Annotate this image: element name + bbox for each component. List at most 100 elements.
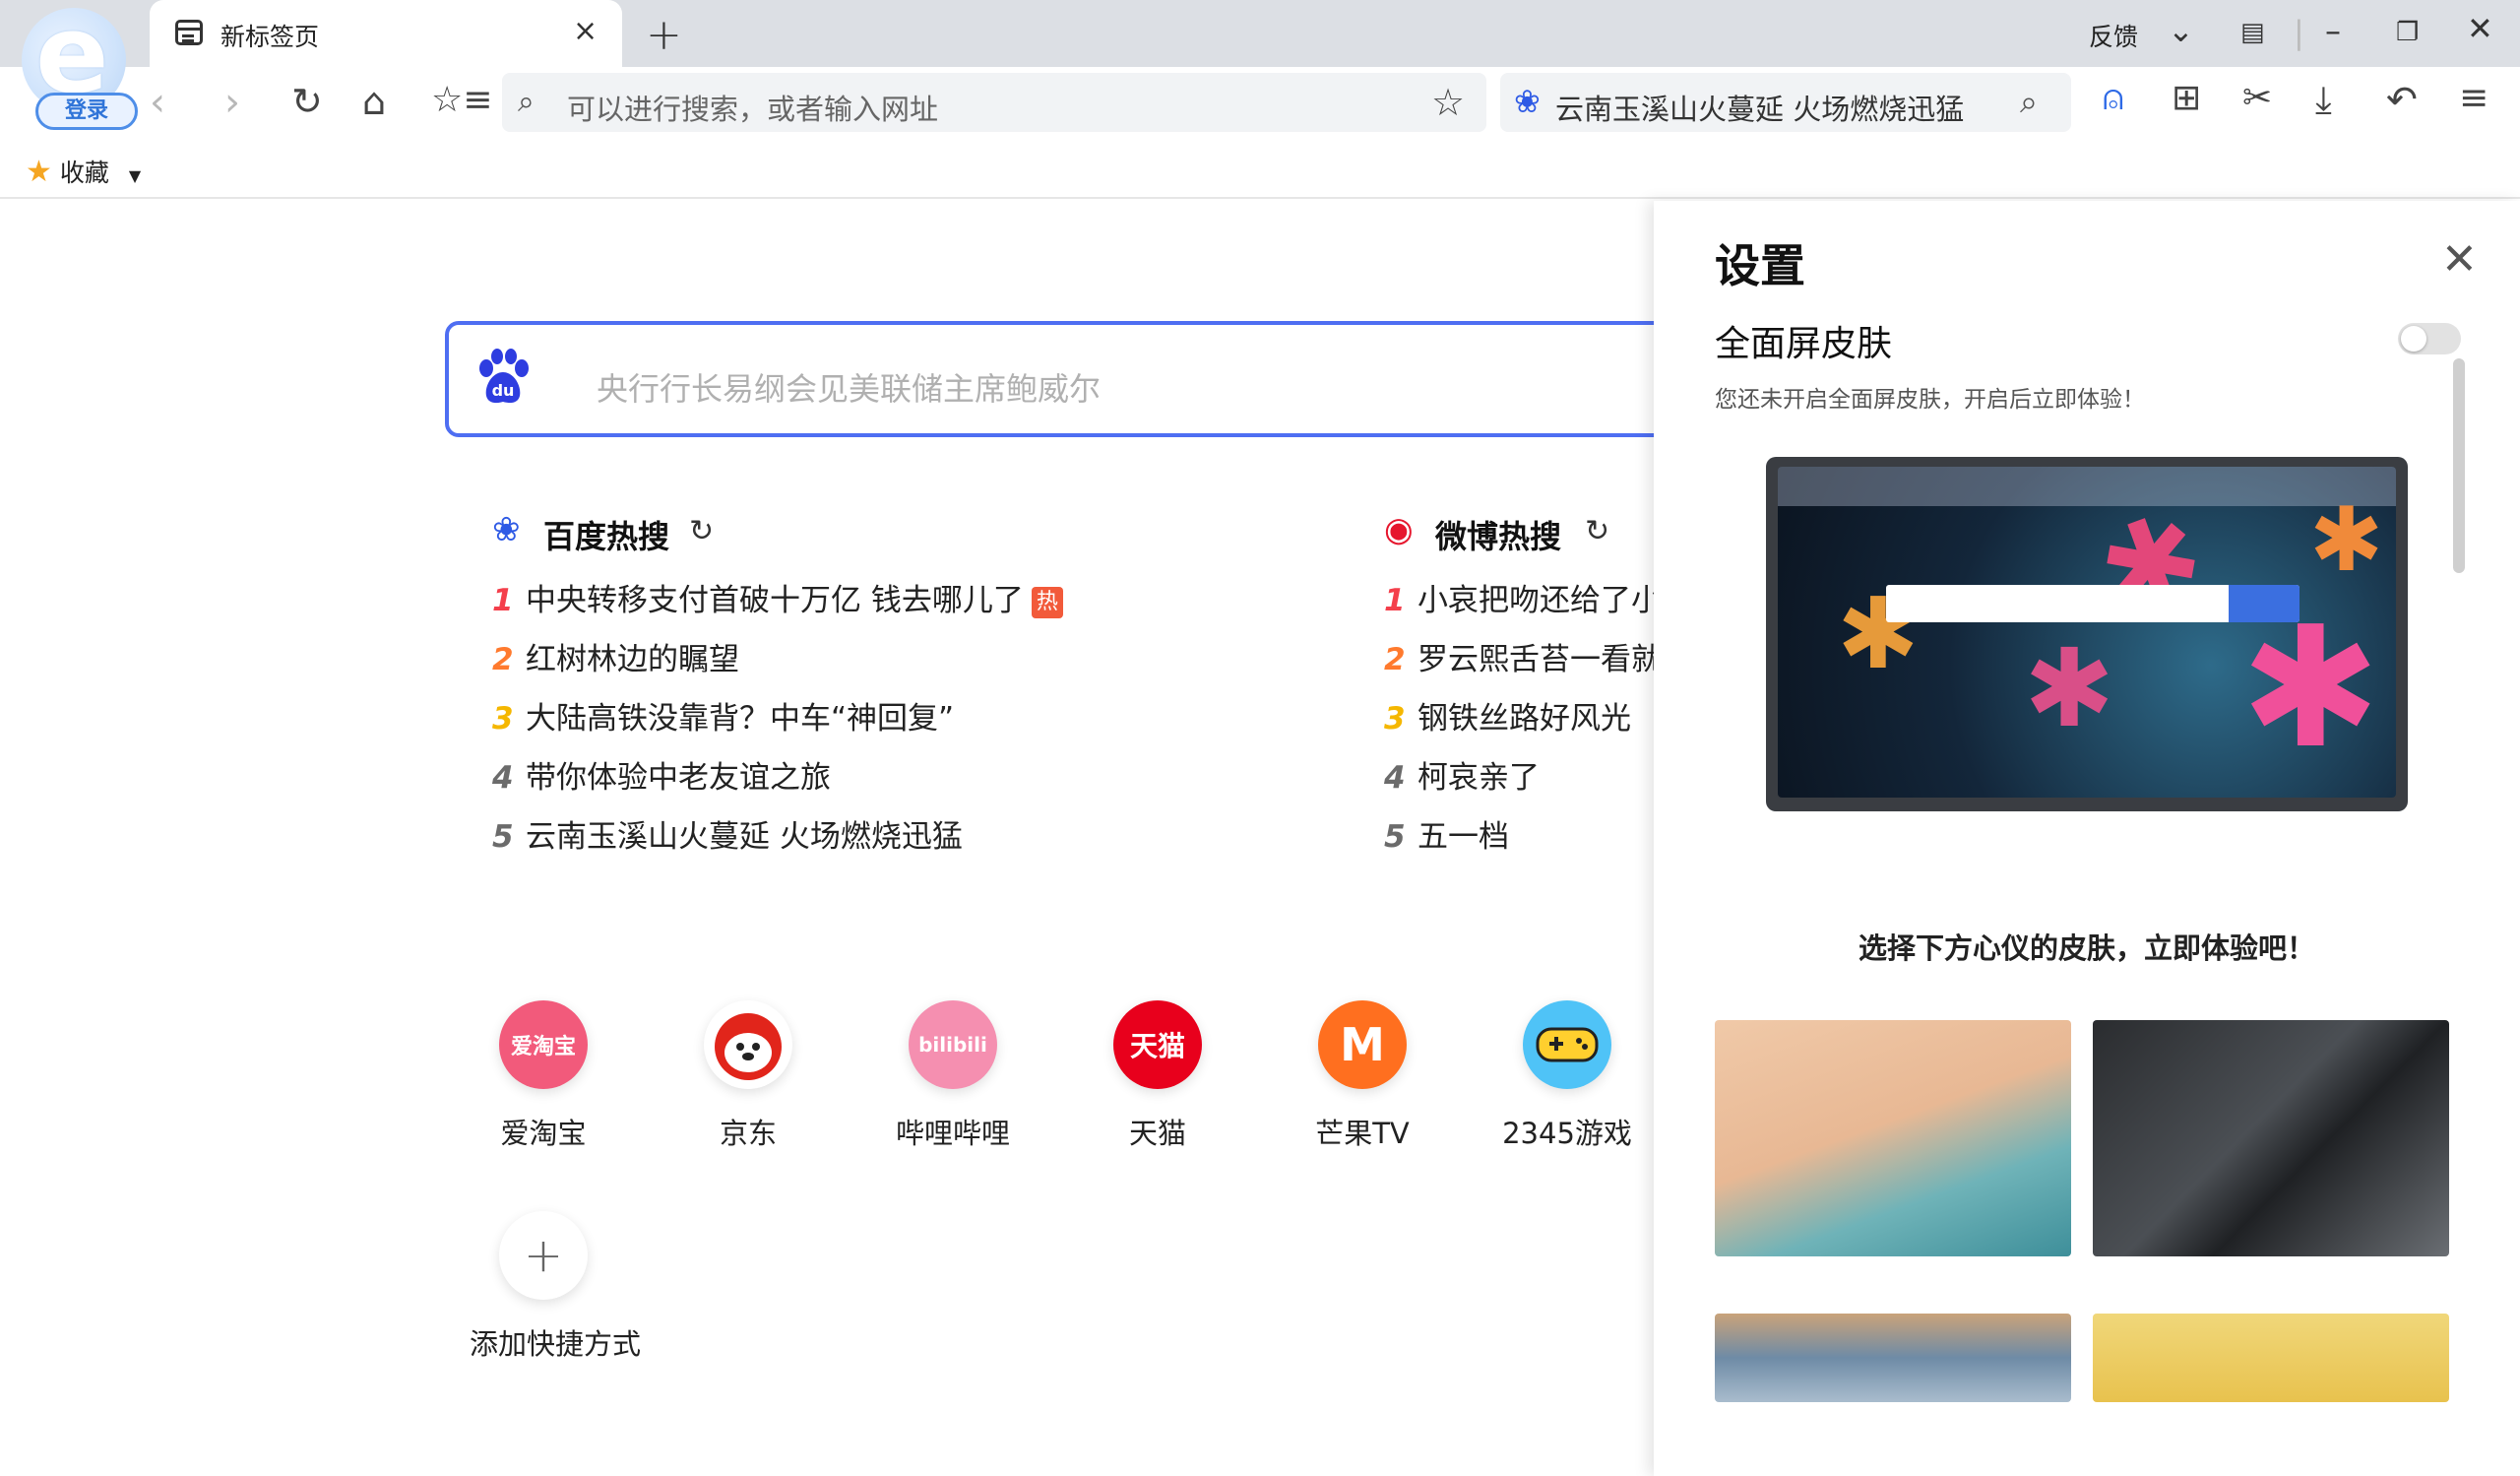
back-icon[interactable]: ‹	[150, 83, 165, 122]
favorites-label: 收藏	[59, 159, 109, 187]
maple-leaf-icon: ✱	[2240, 591, 2381, 786]
search-placeholder: 央行行长易纲会见美联储主席鲍威尔	[597, 370, 1102, 408]
hot-badge: 热	[1031, 587, 1063, 618]
maple-leaf-icon: ✱	[2309, 488, 2384, 592]
reload-icon[interactable]: ↻	[291, 83, 323, 120]
mangotv-icon: M	[1318, 1000, 1407, 1089]
hot-text: 大陆高铁没靠背？中车“神回复”	[526, 701, 955, 737]
restore-icon[interactable]: ❐	[2396, 18, 2419, 47]
fullscreen-skin-hint: 您还未开启全面屏皮肤，开启后立即体验！	[1715, 387, 2145, 413]
hot-item[interactable]: 2 红树林边的瞩望	[492, 634, 1102, 693]
scissors-icon[interactable]: ✂	[2242, 81, 2272, 116]
hot-item[interactable]: 5 云南玉溪山火蔓延 火场燃烧迅猛	[492, 811, 1102, 870]
hot-item[interactable]: 2 罗云熙舌苔一看就	[1384, 634, 1660, 693]
menu-icon[interactable]: ≡	[2459, 81, 2488, 116]
hot-item[interactable]: 3 钢铁丝路好风光	[1384, 693, 1660, 752]
skin-thumbnail-blue[interactable]	[1715, 1314, 2071, 1402]
forward-icon[interactable]: ›	[224, 83, 240, 122]
rank-number: 2	[1384, 642, 1406, 677]
minimize-icon[interactable]: –	[2325, 12, 2341, 49]
add-shortcut-button[interactable]: + 添加快捷方式	[470, 1211, 642, 1363]
skin-thumbnail-beach[interactable]	[1715, 1020, 2071, 1256]
new-tab-button[interactable]: +	[646, 10, 682, 60]
shortcut-tmall[interactable]: 天猫 天猫	[1084, 1000, 1231, 1152]
layout-icon[interactable]: ▤	[2240, 18, 2265, 47]
tab-strip: 新标签页 × + 反馈 ⌄ ▤ | – ❐ ✕	[0, 0, 2520, 67]
baidu-logo-icon: du	[479, 349, 529, 404]
chevron-down-icon[interactable]: ⌄	[2168, 12, 2194, 49]
home-icon[interactable]: ⌂	[362, 83, 386, 120]
rank-number: 2	[492, 642, 514, 677]
tab-close-button[interactable]: ×	[573, 14, 598, 48]
rank-number: 3	[1384, 701, 1406, 737]
shortcut-bilibili[interactable]: bilibili 哔哩哔哩	[879, 1000, 1027, 1152]
add-shortcut-label: 添加快捷方式	[470, 1327, 642, 1361]
baidu-paw-icon: ❀	[492, 510, 521, 549]
hot-text: 中央转移支付首破十万亿 钱去哪儿了	[526, 583, 1024, 618]
toolbar: ‹ › ↻ ⌂ ☆≡ ⌕ 可以进行搜索，或者输入网址 ☆ ❀ 云南玉溪山火蔓延 …	[0, 67, 2520, 144]
skin-thumbnail-dark[interactable]	[2093, 1020, 2449, 1256]
close-icon[interactable]: ✕	[2441, 234, 2478, 285]
shortcut-aitaobao[interactable]: 爱淘宝 爱淘宝	[470, 1000, 617, 1152]
choose-skin-text: 选择下方心仪的皮肤，立即体验吧！	[1858, 931, 2315, 965]
rank-number: 1	[1384, 583, 1406, 618]
scrollbar[interactable]	[2453, 358, 2465, 573]
hot-item[interactable]: 1 中央转移支付首破十万亿 钱去哪儿了热	[492, 575, 1102, 634]
feedback-button[interactable]: 反馈	[2089, 18, 2138, 53]
hot-item[interactable]: 5 五一档	[1384, 811, 1660, 870]
baidu-search-box[interactable]: du 央行行长易纲会见美联储主席鲍威尔	[445, 321, 1725, 437]
skin-preview-monitor: ✱ ✱ ✱ ✱ ✱	[1766, 457, 2408, 1101]
tab-new-tab[interactable]: 新标签页 ×	[150, 0, 622, 67]
favorites-list-icon[interactable]: ☆≡	[431, 83, 492, 118]
close-window-icon[interactable]: ✕	[2467, 10, 2493, 47]
weibo-hot-list: 1 小哀把吻还给了小 2 罗云熙舌苔一看就 3 钢铁丝路好风光 4 柯哀亲了 5 五一档	[1384, 575, 1660, 870]
address-placeholder: 可以进行搜索，或者输入网址	[567, 93, 939, 126]
settings-panel: 设置 ✕ 全面屏皮肤 您还未开启全面屏皮肤，开启后立即体验！ ✱ ✱ ✱ ✱ ✱…	[1654, 201, 2520, 1476]
baidu-hot-list: 1 中央转移支付首破十万亿 钱去哪儿了热 2 红树林边的瞩望 3 大陆高铁没靠背？中车…	[492, 575, 1102, 870]
weibo-icon: ◉	[1384, 510, 1414, 549]
mouse-icon[interactable]: ⍝	[2103, 81, 2124, 116]
login-button[interactable]: 登录	[35, 93, 138, 130]
favorites-menu[interactable]: ★ 收藏 ▼	[26, 154, 141, 189]
rank-number: 1	[492, 583, 514, 618]
hot-text: 五一档	[1418, 819, 1509, 855]
shortcut-label: 哔哩哔哩	[895, 1117, 1010, 1150]
shortcut-2345-games[interactable]: 2345游戏	[1493, 1000, 1641, 1152]
engine-search-box[interactable]: ❀ 云南玉溪山火蔓延 火场燃烧迅猛 ⌕	[1500, 73, 2071, 132]
hot-item[interactable]: 4 带你体验中老友谊之旅	[492, 752, 1102, 811]
download-icon[interactable]: ⤓	[2315, 81, 2332, 118]
baidu-hot-panel: ❀ 百度热搜 ↻ 1 中央转移支付首破十万亿 钱去哪儿了热 2 红树林边的瞩望 3大…	[492, 504, 1102, 870]
hot-text: 钢铁丝路好风光	[1418, 701, 1631, 737]
hot-item[interactable]: 1 小哀把吻还给了小	[1384, 575, 1660, 634]
hot-text: 红树林边的瞩望	[526, 642, 739, 677]
fullscreen-skin-heading: 全面屏皮肤	[1715, 324, 1893, 364]
refresh-icon[interactable]: ↻	[689, 514, 714, 548]
browser-logo[interactable]: e 登录	[22, 0, 138, 130]
refresh-icon[interactable]: ↻	[1585, 514, 1609, 548]
hot-item[interactable]: 3 大陆高铁没靠背？中车“神回复”	[492, 693, 1102, 752]
baidu-hot-title: 百度热搜	[543, 518, 670, 555]
shortcut-jd[interactable]: 京东	[674, 1000, 822, 1152]
bookmark-star-icon[interactable]: ☆	[1431, 81, 1465, 124]
svg-text:du: du	[492, 381, 515, 400]
fullscreen-skin-toggle[interactable]	[2398, 323, 2461, 354]
skin-thumbnail-yellow[interactable]	[2093, 1314, 2449, 1402]
separator: |	[2294, 14, 2304, 51]
search-icon[interactable]: ⌕	[2020, 83, 2038, 121]
new-tab-page-icon	[175, 20, 203, 45]
browser-window: 新标签页 × + 反馈 ⌄ ▤ | – ❐ ✕ e 登录 ‹ › ↻ ⌂ ☆≡ …	[0, 0, 2520, 1476]
baidu-paw-icon: ❀	[1514, 83, 1541, 120]
apps-icon[interactable]: ⊞	[2172, 81, 2201, 116]
hot-text: 罗云熙舌苔一看就	[1418, 642, 1660, 677]
hot-item[interactable]: 4 柯哀亲了	[1384, 752, 1660, 811]
preview-browser-bar	[1778, 467, 2396, 506]
preview-search-box	[1886, 585, 2300, 622]
weibo-hot-title: 微博热搜	[1435, 518, 1562, 555]
hot-text: 带你体验中老友谊之旅	[526, 760, 831, 796]
shortcut-label: 京东	[719, 1117, 777, 1150]
shortcut-mangotv[interactable]: M 芒果TV	[1289, 1000, 1436, 1152]
engine-search-text: 云南玉溪山火蔓延 火场燃烧迅猛	[1555, 93, 1965, 126]
rank-number: 5	[492, 819, 514, 855]
address-bar[interactable]: ⌕ 可以进行搜索，或者输入网址 ☆	[502, 73, 1486, 132]
undo-icon[interactable]: ↶	[2386, 81, 2418, 118]
